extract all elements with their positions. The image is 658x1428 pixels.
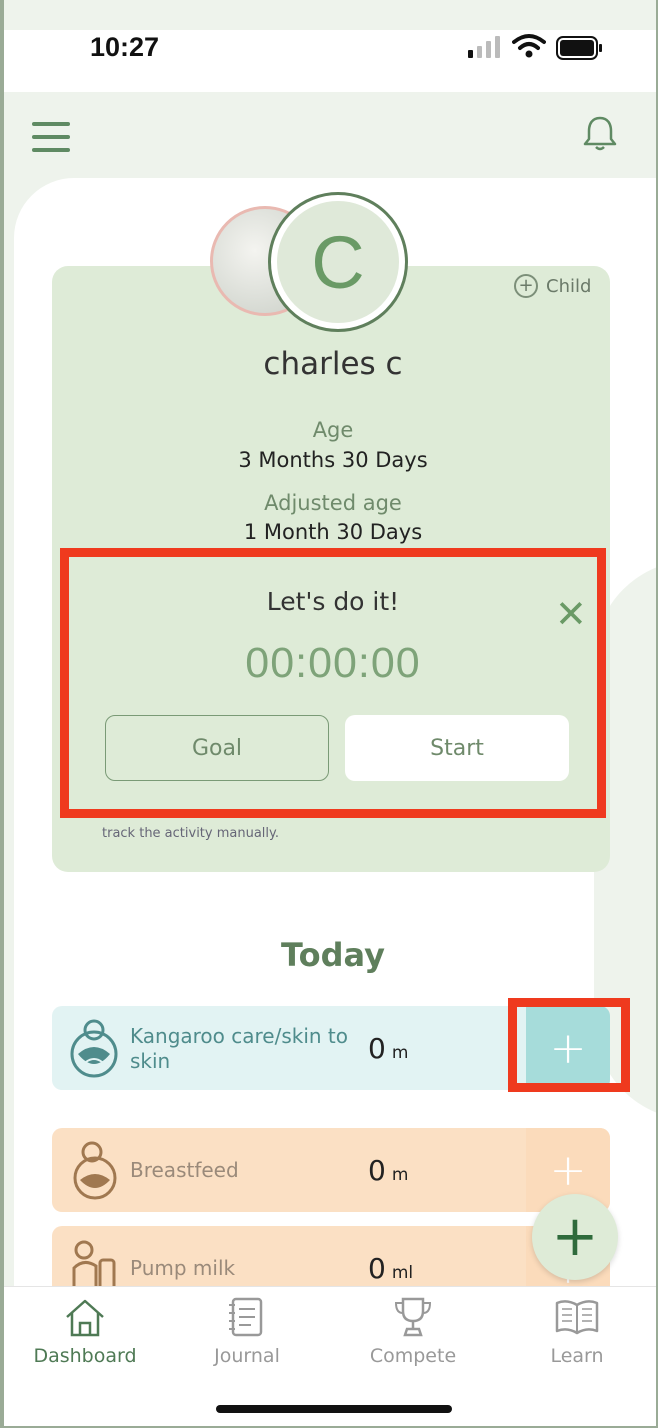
app-screen: 10:27 C + Child charles c Age 3 Months 3… (4, 0, 656, 1426)
signal-icon (468, 36, 500, 58)
timer-value: 00:00:00 (245, 639, 421, 687)
add-child-button[interactable]: + Child (514, 274, 591, 298)
highlight-frame (508, 998, 630, 1092)
activity-count-value: 0 (368, 1032, 386, 1065)
goal-button[interactable]: Goal (105, 715, 329, 781)
tab-label: Compete (369, 1345, 457, 1367)
activity-label-line1: Kangaroo care/skin to (130, 1024, 349, 1048)
activity-count: 0m (368, 1032, 408, 1065)
timer-title: Let's do it! (266, 587, 400, 616)
activity-unit: m (391, 1043, 409, 1063)
bell-icon[interactable] (582, 114, 618, 152)
close-icon[interactable]: ✕ (555, 595, 587, 633)
tab-label: Dashboard (33, 1345, 137, 1367)
status-time: 10:27 (90, 32, 160, 62)
battery-icon (556, 36, 602, 60)
activity-count-value: 0 (368, 1154, 386, 1187)
trophy-icon (394, 1297, 432, 1337)
add-entry-fab[interactable]: + (532, 1194, 618, 1280)
tab-learn[interactable]: Learn (502, 1295, 652, 1367)
adjusted-age-label: Adjusted age (264, 491, 402, 515)
avatar[interactable]: C (268, 192, 408, 332)
activity-label: Breastfeed (130, 1158, 239, 1182)
book-icon (555, 1300, 599, 1335)
activity-count: 0 ml (368, 1252, 413, 1285)
tab-label: Journal (214, 1345, 280, 1367)
activity-label: Kangaroo care/skin to skin (130, 1024, 348, 1074)
tab-journal[interactable]: Journal (172, 1295, 322, 1367)
activity-label: Pump milk (130, 1256, 236, 1280)
home-icon (66, 1299, 104, 1337)
activity-count-value: 0 (368, 1252, 386, 1285)
home-indicator (216, 1405, 452, 1413)
age-value: 3 Months 30 Days (238, 448, 428, 472)
add-child-label: Child (546, 275, 592, 297)
status-bar: 10:27 (4, 30, 656, 92)
bottom-tab-bar: Dashboard Journal Compete Learn (4, 1286, 656, 1426)
tab-dashboard[interactable]: Dashboard (10, 1295, 160, 1367)
activity-row-breastfeed[interactable]: Breastfeed 0m + (52, 1128, 610, 1212)
plus-circle-icon: + (514, 274, 538, 298)
activity-count: 0m (368, 1154, 408, 1187)
activity-unit: ml (391, 1263, 414, 1283)
today-heading: Today (281, 936, 385, 974)
activity-label-line2: skin (130, 1049, 171, 1073)
wifi-icon (512, 34, 546, 58)
breastfeed-icon (73, 1141, 117, 1200)
start-button[interactable]: Start (345, 715, 569, 781)
tab-label: Learn (550, 1345, 604, 1367)
avatar-initial: C (311, 220, 365, 304)
timer-panel: Let's do it! ✕ 00:00:00 Goal Start (60, 548, 606, 818)
kangaroo-care-icon (70, 1019, 118, 1078)
manual-tracking-note: track the activity manually. (102, 826, 280, 841)
age-label: Age (312, 418, 354, 442)
tab-compete[interactable]: Compete (338, 1295, 488, 1367)
adjusted-age-value: 1 Month 30 Days (243, 520, 423, 544)
menu-icon[interactable] (32, 122, 70, 152)
top-bar (4, 92, 656, 182)
child-name: charles c (263, 346, 403, 382)
journal-icon (229, 1297, 263, 1337)
activity-unit: m (391, 1165, 409, 1185)
